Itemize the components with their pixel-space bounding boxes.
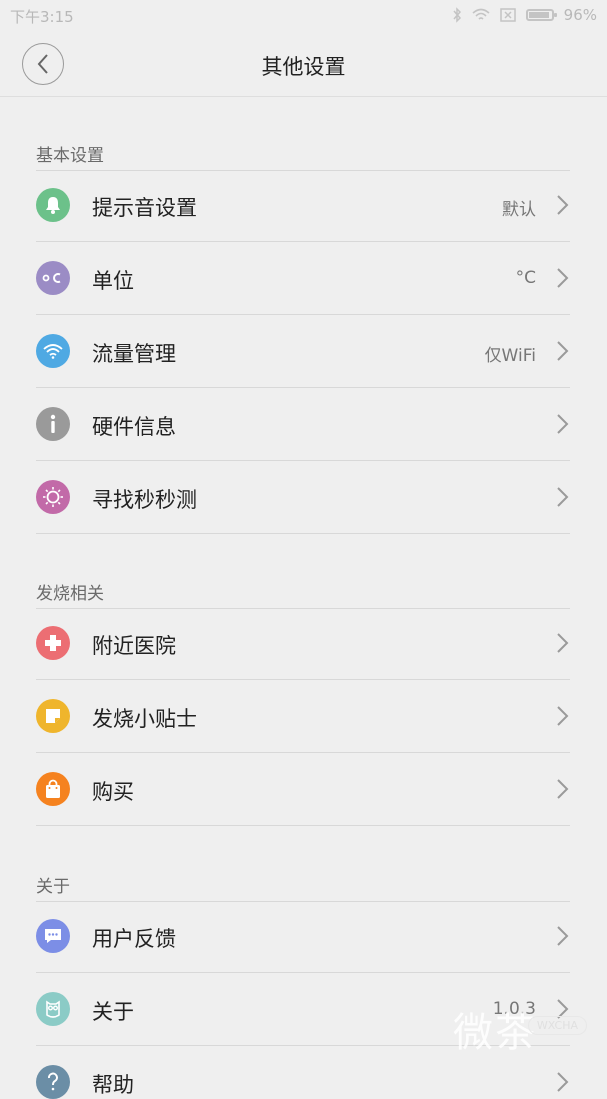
watermark: 微茶 [453,1010,537,1056]
status-icons: 96% [452,6,597,24]
row-label: 购买 [92,780,134,804]
chevron-right-icon [557,268,569,288]
info-icon [36,407,70,441]
chevron-right-icon [557,706,569,726]
bell-icon [36,188,70,222]
chevron-right-icon [557,414,569,434]
row-value: 仅WiFi [484,346,536,366]
row-fever-tips[interactable]: 发烧小贴士 [36,680,570,753]
wifi-icon [36,334,70,368]
row-feedback[interactable]: 用户反馈 [36,900,570,973]
row-label: 发烧小贴士 [92,707,197,731]
chevron-right-icon [557,1072,569,1092]
row-label: 附近医院 [92,634,176,658]
section-header-about: 关于 [36,872,570,902]
section-header-basic: 基本设置 [36,141,570,171]
row-label: 帮助 [92,1073,134,1097]
status-bar: 下午3:15 96% [0,0,607,32]
chevron-right-icon [557,779,569,799]
wifi-status-icon [472,8,490,20]
row-unit[interactable]: 单位 °C [36,242,570,315]
row-nearby-hospitals[interactable]: 附近医院 [36,607,570,680]
row-sound-settings[interactable]: 提示音设置 默认 [36,169,570,242]
row-label: 寻找秒秒测 [92,488,197,512]
chevron-right-icon [557,633,569,653]
row-label: 用户反馈 [92,927,176,951]
hospital-cross-icon [36,626,70,660]
battery-icon [525,9,557,21]
status-time: 下午3:15 [10,8,74,26]
no-sim-icon [499,8,516,22]
row-label: 关于 [92,1000,134,1024]
battery-percent: 96% [563,6,597,24]
section-header-fever: 发烧相关 [36,579,570,609]
row-label: 提示音设置 [92,196,197,220]
sun-icon [36,480,70,514]
owl-icon [36,992,70,1026]
row-hardware-info[interactable]: 硬件信息 [36,388,570,461]
page-title: 其他设置 [261,55,346,79]
chevron-right-icon [557,341,569,361]
celsius-icon [36,261,70,295]
row-value: °C [515,268,536,288]
sticky-note-icon [36,699,70,733]
row-data-usage[interactable]: 流量管理 仅WiFi [36,315,570,388]
chevron-right-icon [557,195,569,215]
row-label: 单位 [92,269,134,293]
row-value: 默认 [502,200,536,220]
row-label: 流量管理 [92,342,176,366]
row-find-device[interactable]: 寻找秒秒测 [36,461,570,534]
help-icon [36,1065,70,1099]
row-purchase[interactable]: 购买 [36,753,570,826]
chat-bubble-icon [36,919,70,953]
title-bar: 其他设置 [0,32,607,97]
shopping-bag-icon [36,772,70,806]
chevron-right-icon [557,487,569,507]
watermark-badge: WXCHA [527,1016,587,1035]
chevron-right-icon [557,926,569,946]
row-label: 硬件信息 [92,415,176,439]
bluetooth-icon [453,7,461,23]
